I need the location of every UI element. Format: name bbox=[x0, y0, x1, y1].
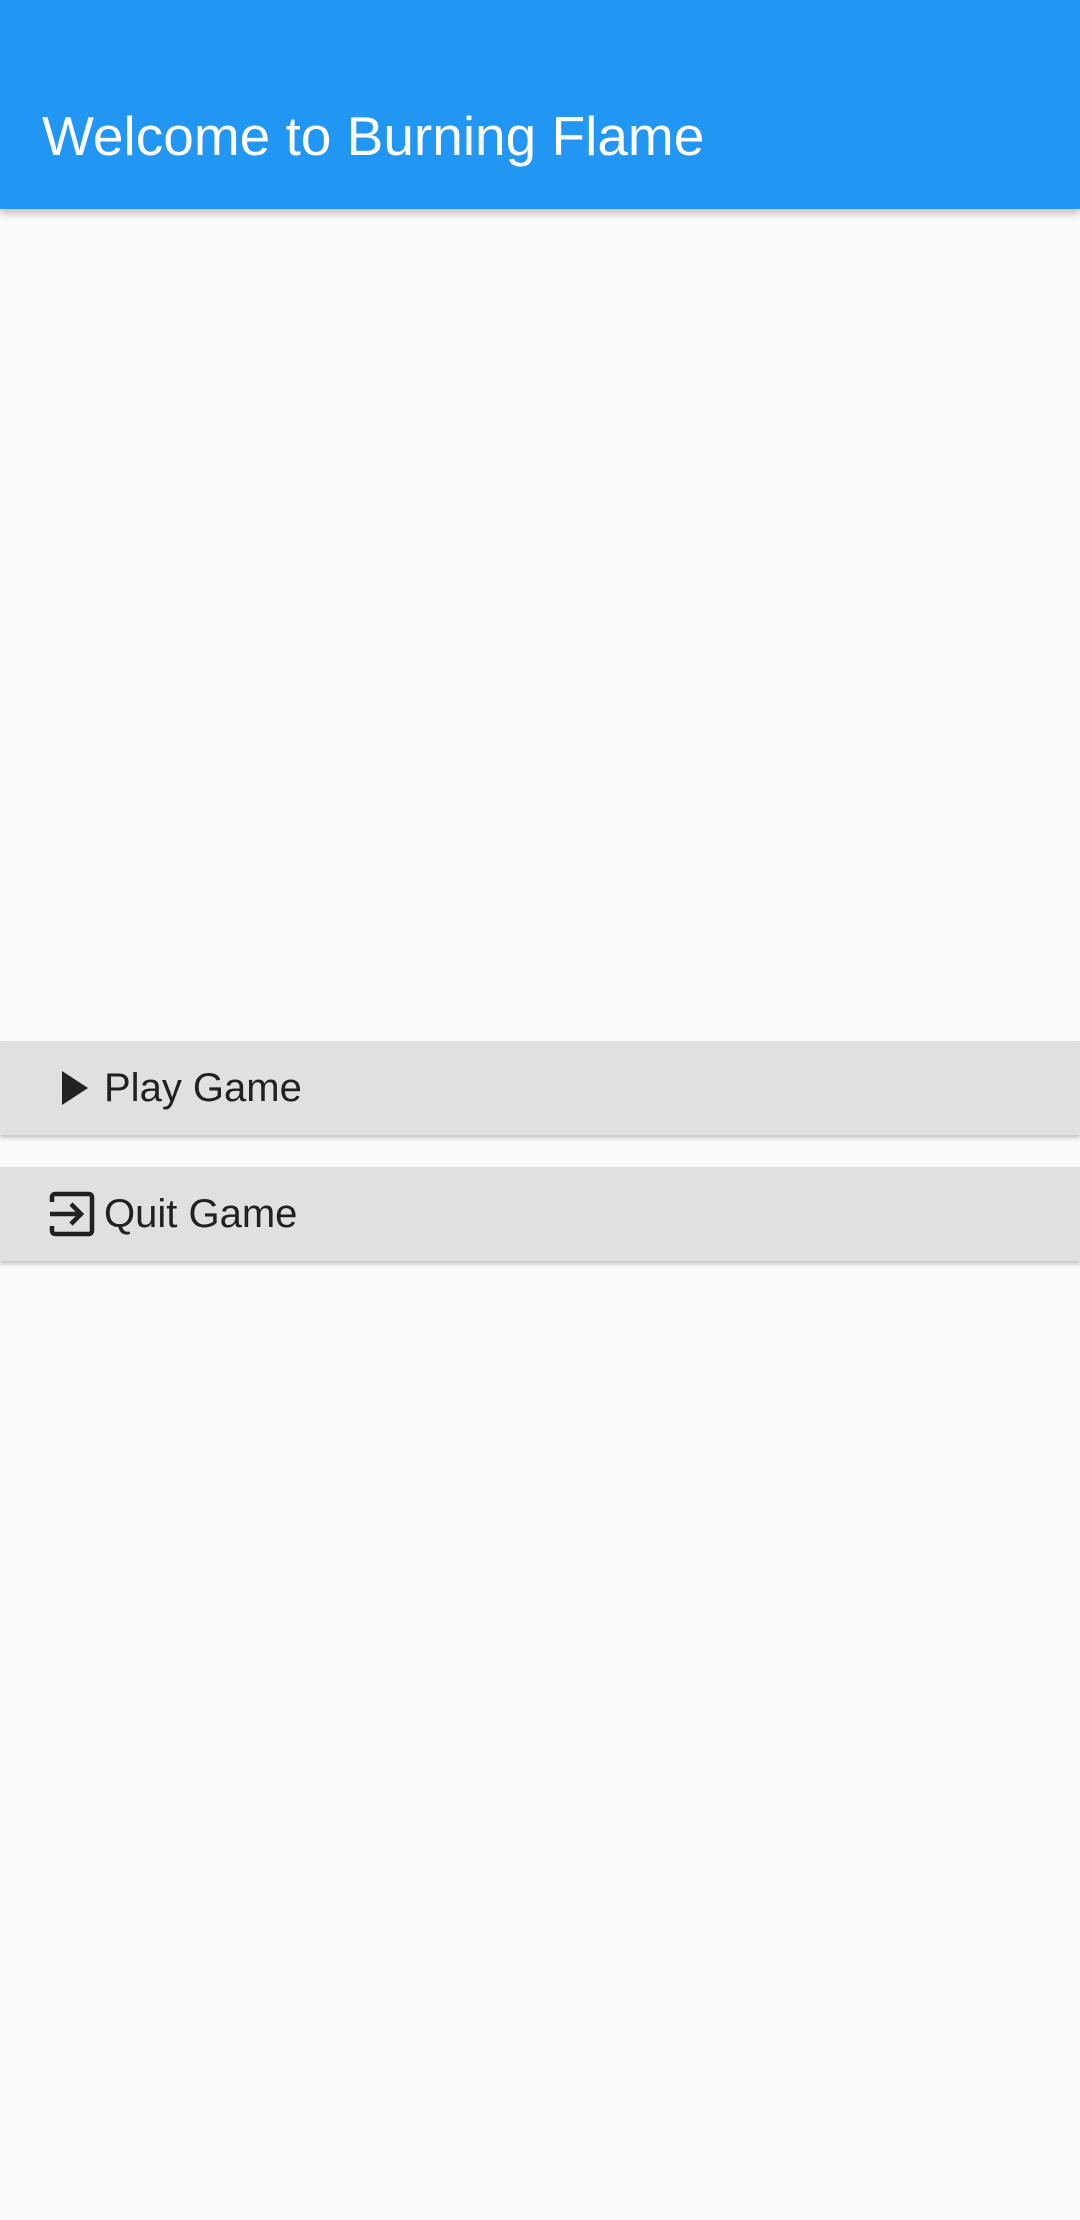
quit-game-button[interactable]: Quit Game bbox=[0, 1167, 1080, 1261]
play-game-label: Play Game bbox=[104, 1066, 302, 1110]
exit-icon bbox=[49, 1191, 95, 1237]
app-bar: Welcome to Burning Flame bbox=[0, 0, 1080, 209]
quit-game-label: Quit Game bbox=[104, 1192, 298, 1236]
play-game-button[interactable]: Play Game bbox=[0, 1041, 1080, 1135]
page-title: Welcome to Burning Flame bbox=[42, 105, 705, 167]
play-icon bbox=[62, 1071, 88, 1105]
